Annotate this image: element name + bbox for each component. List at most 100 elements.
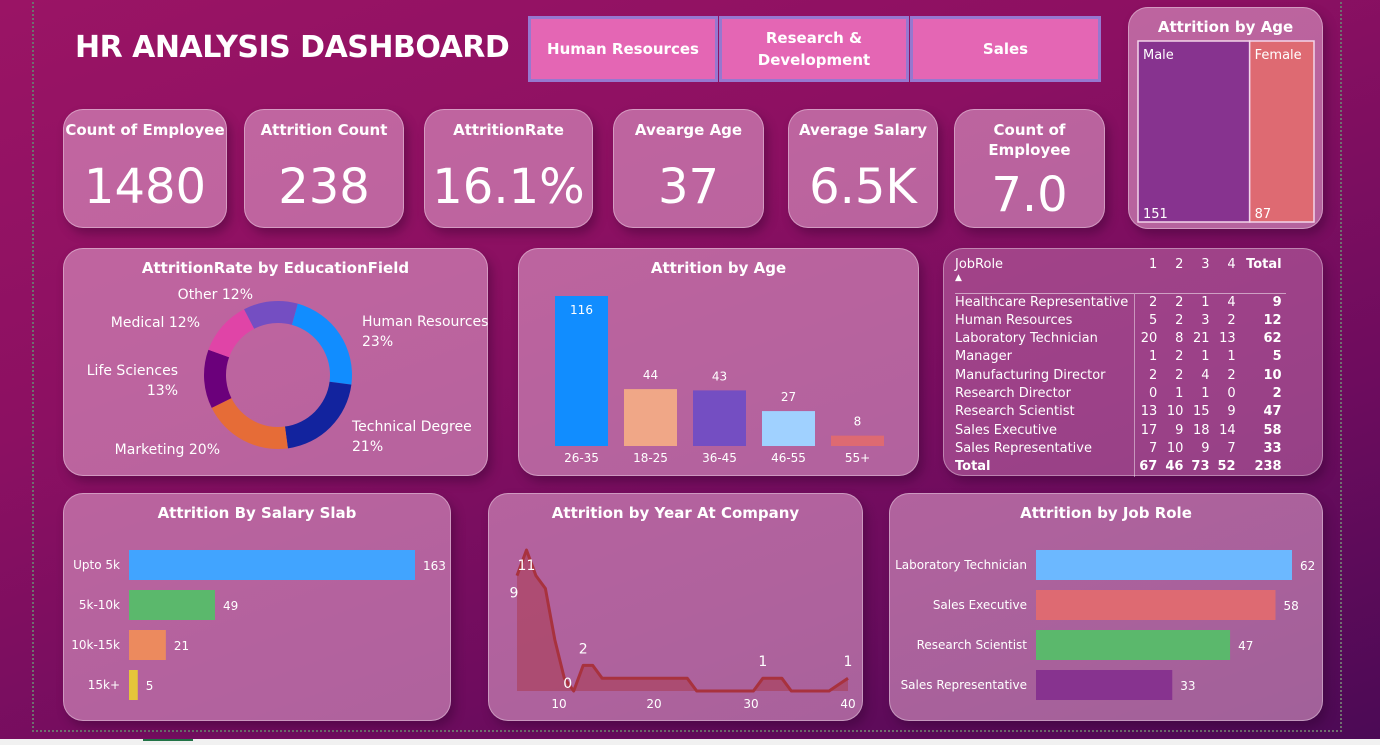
jobrole-bar-card: Attrition by Job Role Laboratory Technic… (889, 493, 1323, 721)
hbar-5k-10k (129, 590, 215, 620)
area-x-tick: 10 (551, 697, 566, 711)
donut-label: Life Sciences (87, 363, 178, 379)
header-label: JobRole (955, 257, 1004, 272)
kpi-value: 37 (657, 159, 720, 215)
matrix-row: Sales Executive 17 9 18 14 58 (955, 421, 1286, 440)
donut-label: Human Resources (362, 314, 488, 330)
matrix-header-col[interactable]: 2 (1161, 256, 1187, 293)
treemap-value: 151 (1143, 207, 1168, 222)
donut-label: 21% (352, 439, 383, 455)
matrix-cell-role: Research Director (955, 385, 1136, 404)
slicer-human-resources[interactable]: Human Resources (528, 16, 718, 82)
matrix-cell-value: 4 (1201, 367, 1210, 383)
area-x-tick: 40 (840, 697, 855, 711)
donut-slice-technical-degree (284, 381, 352, 449)
matrix-cell-total: 62 (1263, 331, 1282, 347)
matrix-cell-value: 10 (1166, 404, 1184, 420)
kpi-label: Count of Employee (988, 121, 1071, 159)
matrix-cell-value: 4 (1227, 294, 1236, 310)
age-bar-value: 8 (854, 415, 862, 429)
hbar-category-label: 5k-10k (79, 598, 120, 612)
treemap-tile-male (1137, 40, 1251, 223)
sort-ascending-icon[interactable]: ▲ (955, 273, 962, 283)
matrix-cell-value: 7 (1149, 440, 1158, 456)
matrix-cell-value: 2 (1175, 294, 1184, 310)
matrix-cell-value: 10 (1166, 440, 1184, 456)
matrix-header-jobrole[interactable]: JobRole ▲ (955, 256, 1135, 293)
matrix-cell-value: 5 (1149, 312, 1158, 328)
area-x-tick: 20 (646, 697, 661, 711)
hbar-value-label: 163 (423, 559, 446, 573)
matrix-row: Research Director 0 1 1 0 2 (955, 385, 1286, 404)
treemap-label: Female (1255, 48, 1302, 63)
kpi-average-salary: Average Salary 6.5K (788, 109, 938, 228)
area-x-tick: 30 (743, 697, 758, 711)
matrix-cell-value: 9 (1175, 422, 1184, 438)
hbar-laboratory-technician (1036, 550, 1292, 580)
treemap-label: Male (1143, 48, 1174, 63)
hbar-10k-15k (129, 630, 166, 660)
matrix-cell-value: 0 (1149, 386, 1158, 402)
matrix-cell-value: 46 (1165, 459, 1184, 475)
area-fill (517, 550, 848, 691)
matrix-cell-value: 1 (1201, 294, 1210, 310)
area-point-label: 11 (518, 558, 536, 574)
kpi-label: Count of Employee (65, 121, 225, 139)
area-line (515, 548, 849, 693)
matrix-header-col[interactable]: 4 (1214, 256, 1240, 293)
matrix-cell-value: 67 (1139, 459, 1158, 475)
matrix-cell-value: 2 (1227, 312, 1236, 328)
kpi-attrition-rate: AttritionRate 16.1% (424, 109, 593, 228)
age-bar-55+ (831, 435, 884, 446)
kpi-label: Attrition Count (260, 121, 388, 139)
matrix-cell-value: 2 (1175, 367, 1184, 383)
kpi-average-age: Avearge Age 37 (613, 109, 764, 228)
matrix-cell-value: 2 (1175, 312, 1184, 328)
hbar-sales-executive (1036, 590, 1276, 620)
salary-slab-card: Attrition By Salary Slab Upto 5k 163 5k-10… (63, 493, 451, 721)
hbar-category-label: Laboratory Technician (895, 558, 1027, 572)
slicer-label: Sales (982, 40, 1029, 58)
matrix-cell-role: Human Resources (955, 311, 1136, 331)
page-tab-active[interactable] (143, 739, 193, 741)
matrix-total-row: Total 67 46 73 52 238 (955, 458, 1286, 477)
gender-treemap-card: Attrition by Age Male 151 Female 87 (1128, 7, 1323, 229)
matrix-cell-value: 14 (1219, 422, 1236, 438)
matrix-row: Sales Representative 7 10 9 7 33 (955, 439, 1286, 459)
matrix-row: Human Resources 5 2 3 2 12 (955, 311, 1286, 331)
matrix-cell-value: 73 (1191, 459, 1210, 475)
treemap-tile-female (1248, 40, 1315, 223)
area-point-label: 2 (579, 641, 588, 657)
area-point-label: 1 (758, 654, 767, 670)
kpi-attrition-count: Attrition Count 238 (244, 109, 404, 228)
matrix-cell-value: 1 (1149, 349, 1158, 365)
age-bar-value: 43 (712, 369, 727, 383)
matrix-header-total[interactable]: Total (1240, 256, 1286, 293)
age-bar-value: 44 (643, 368, 658, 382)
hbar-category-label: 10k-15k (71, 638, 120, 652)
years-area-card: Attrition by Year At Company 9 11 0 2 1 1 10 20… (488, 493, 863, 721)
hbar-category-label: Sales Executive (933, 598, 1027, 612)
matrix-header-col[interactable]: 3 (1187, 256, 1213, 293)
kpi-label: Avearge Age (634, 121, 743, 139)
slicer-research-development[interactable]: Research & Development (719, 16, 909, 82)
hbar-value-label: 5 (146, 679, 154, 693)
matrix-cell-value: 15 (1192, 404, 1210, 420)
matrix-header-col[interactable]: 1 (1135, 256, 1162, 293)
slicer-sales[interactable]: Sales (910, 16, 1101, 82)
age-bar-18-25 (624, 389, 677, 446)
matrix-cell-value: 2 (1149, 294, 1158, 310)
matrix-row: Manufacturing Director 2 2 4 2 10 (955, 366, 1286, 386)
age-bar-36-45 (693, 390, 746, 446)
matrix-cell-total: 12 (1263, 312, 1282, 328)
hbar-category-label: Sales Representative (901, 678, 1027, 692)
age-axis-label: 46-55 (771, 451, 806, 465)
donut-slice-marketing (211, 398, 288, 449)
matrix-cell-value: 7 (1227, 440, 1236, 456)
donut-label: Medical 12% (111, 315, 200, 331)
matrix-cell-role: Sales Representative (955, 439, 1136, 459)
kpi-label: Average Salary (798, 121, 928, 139)
donut-slice-other (244, 301, 298, 329)
matrix-cell-total: 33 (1263, 440, 1282, 456)
age-bar-chart: 116 26-35 44 18-25 43 36-45 27 46-55 8 55+ (555, 296, 884, 465)
